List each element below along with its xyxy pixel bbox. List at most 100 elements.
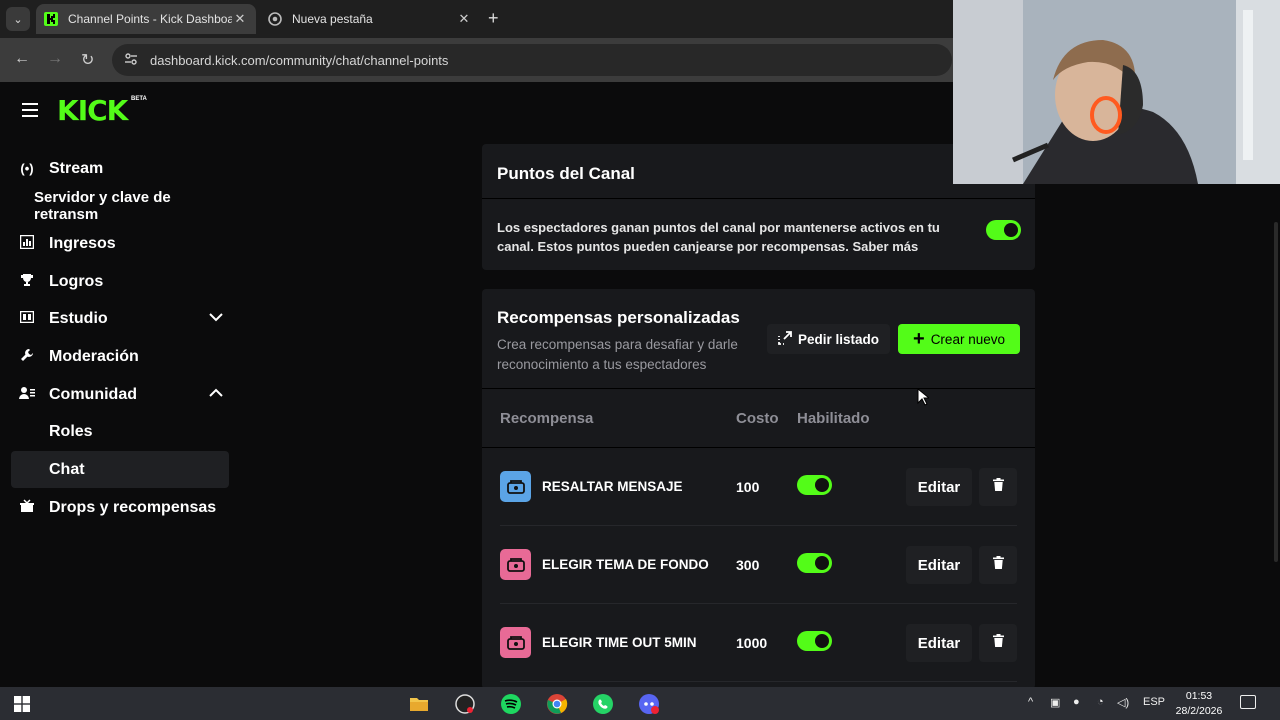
sidebar-item-chat[interactable]: Chat xyxy=(11,451,229,488)
sidebar-item-logros[interactable]: Logros xyxy=(11,263,229,300)
site-settings-icon[interactable] xyxy=(124,52,140,68)
close-tab-icon[interactable]: ✕ xyxy=(456,11,472,27)
reward-name: ELEGIR TEMA DE FONDO xyxy=(542,557,709,572)
custom-rewards-title: Recompensas personalizadas xyxy=(497,308,740,327)
sidebar-item-label: Drops y recompensas xyxy=(49,498,217,516)
file-explorer-icon[interactable] xyxy=(408,693,430,715)
back-icon[interactable]: ← xyxy=(14,50,30,68)
menu-icon[interactable] xyxy=(22,103,38,117)
create-reward-label: Crear nuevo xyxy=(930,331,1005,347)
tab-title: Channel Points - Kick Dashboar xyxy=(68,12,232,26)
sidebar-item-label: Chat xyxy=(49,460,85,478)
network-icon[interactable]: ◔ xyxy=(1097,696,1104,708)
sidebar-item-stream[interactable]: (•) Stream xyxy=(11,150,229,187)
reward-icon xyxy=(500,549,531,580)
trash-icon xyxy=(992,556,1004,574)
create-reward-button[interactable]: + Crear nuevo xyxy=(898,324,1020,354)
tab-title: Nueva pestaña xyxy=(292,12,373,26)
sidebar-item-comunidad[interactable]: Comunidad xyxy=(11,376,229,413)
reward-enabled-toggle[interactable] xyxy=(797,631,832,651)
chevron-up-icon[interactable]: ^ xyxy=(1028,696,1033,708)
reward-icon xyxy=(500,471,531,502)
edit-reward-button[interactable]: Editar xyxy=(906,468,972,506)
obs-icon[interactable] xyxy=(454,693,476,715)
request-list-label: Pedir listado xyxy=(797,331,880,347)
tab-search-button[interactable]: ⌄ xyxy=(6,7,30,31)
delete-reward-button[interactable] xyxy=(979,468,1017,506)
windows-taskbar: ^ ▣ ● ◔ ◁) ESP 01:53 28/2/2026 xyxy=(0,687,1280,720)
kick-logo[interactable]: KICK xyxy=(57,94,128,127)
divider xyxy=(482,388,1035,389)
reward-enabled-toggle[interactable] xyxy=(797,553,832,573)
trash-icon xyxy=(992,478,1004,496)
edit-reward-button[interactable]: Editar xyxy=(906,546,972,584)
whatsapp-icon[interactable] xyxy=(592,693,614,715)
custom-rewards-card: Recompensas personalizadas Crea recompen… xyxy=(482,289,1035,689)
reward-name: ELEGIR TIME OUT 5MIN xyxy=(542,635,697,650)
gift-icon xyxy=(19,499,35,516)
chevron-down-icon[interactable] xyxy=(209,310,223,324)
device-icon[interactable]: ▣ xyxy=(1050,696,1060,709)
plus-icon: + xyxy=(913,328,925,350)
sidebar-item-estudio[interactable]: Estudio xyxy=(11,300,229,337)
divider xyxy=(482,198,1035,199)
sidebar-item-ingresos[interactable]: Ingresos xyxy=(11,225,229,262)
sidebar-item-label: Moderación xyxy=(49,347,139,365)
sidebar-item-label: Comunidad xyxy=(49,385,137,403)
tab-channel-points[interactable]: Channel Points - Kick Dashboar ✕ xyxy=(36,4,256,34)
users-icon xyxy=(19,386,35,403)
sidebar-item-moderacion[interactable]: Moderación xyxy=(11,338,229,375)
delete-reward-button[interactable] xyxy=(979,546,1017,584)
language-indicator[interactable]: ESP xyxy=(1143,696,1165,708)
reward-icon xyxy=(500,627,531,658)
sidebar-item-label: Logros xyxy=(49,272,104,290)
page-scrollbar[interactable] xyxy=(1274,222,1278,562)
edit-reward-button[interactable]: Editar xyxy=(906,624,972,662)
channel-points-toggle[interactable] xyxy=(986,220,1021,240)
volume-icon[interactable]: ◁) xyxy=(1117,696,1129,709)
sidebar-item-label: Roles xyxy=(49,422,93,440)
delete-reward-button[interactable] xyxy=(979,624,1017,662)
sidebar-item-label: Stream xyxy=(49,159,104,177)
reward-row: RESALTAR MENSAJE 100 Editar xyxy=(482,448,1035,526)
reward-name: RESALTAR MENSAJE xyxy=(542,479,683,494)
tab-new-tab[interactable]: Nueva pestaña ✕ xyxy=(260,4,480,34)
reward-enabled-toggle[interactable] xyxy=(797,475,832,495)
channel-points-title: Puntos del Canal xyxy=(497,164,635,183)
trash-icon xyxy=(992,634,1004,652)
sidebar-item-server-key[interactable]: Servidor y clave de retransm xyxy=(11,187,229,224)
chrome-favicon-icon xyxy=(268,12,282,26)
column-header-cost: Costo xyxy=(736,410,779,427)
trophy-icon xyxy=(19,273,35,290)
broadcast-icon: (•) xyxy=(20,161,34,176)
screen: ⌄ Channel Points - Kick Dashboar ✕ Nueva… xyxy=(0,0,1280,720)
new-tab-icon[interactable]: + xyxy=(488,8,499,29)
channel-points-description: Los espectadores ganan puntos del canal … xyxy=(497,220,940,254)
kick-favicon-icon xyxy=(44,12,58,26)
column-header-reward: Recompensa xyxy=(500,410,594,427)
row-divider xyxy=(500,681,1017,682)
chevron-up-icon[interactable] xyxy=(209,386,223,400)
external-link-icon xyxy=(778,330,792,348)
discord-icon[interactable] xyxy=(638,693,660,715)
spotify-icon[interactable] xyxy=(500,693,522,715)
address-bar[interactable]: dashboard.kick.com/community/chat/channe… xyxy=(112,44,952,76)
sidebar-item-label: Servidor y clave de retransm xyxy=(34,188,171,223)
forward-icon[interactable]: → xyxy=(47,50,63,68)
windows-start-icon[interactable] xyxy=(14,696,30,712)
sidebar-item-drops[interactable]: Drops y recompensas xyxy=(11,489,229,526)
notification-icon[interactable] xyxy=(1240,695,1256,709)
sidebar-item-label: Ingresos xyxy=(49,234,116,252)
sidebar-item-roles[interactable]: Roles xyxy=(11,413,229,450)
chrome-icon[interactable] xyxy=(546,693,568,715)
reload-icon[interactable]: ↻ xyxy=(81,50,94,70)
close-tab-icon[interactable]: ✕ xyxy=(232,11,248,27)
clock-date: 28/2/2026 xyxy=(1175,705,1223,717)
mouse-cursor-icon xyxy=(917,387,931,411)
wrench-icon xyxy=(19,348,35,365)
reward-cost: 300 xyxy=(736,557,760,573)
chart-icon xyxy=(19,234,35,252)
microphone-icon[interactable]: ● xyxy=(1073,696,1080,708)
request-list-button[interactable]: Pedir listado xyxy=(767,324,890,354)
system-clock[interactable]: 01:53 28/2/2026 xyxy=(1173,689,1225,719)
